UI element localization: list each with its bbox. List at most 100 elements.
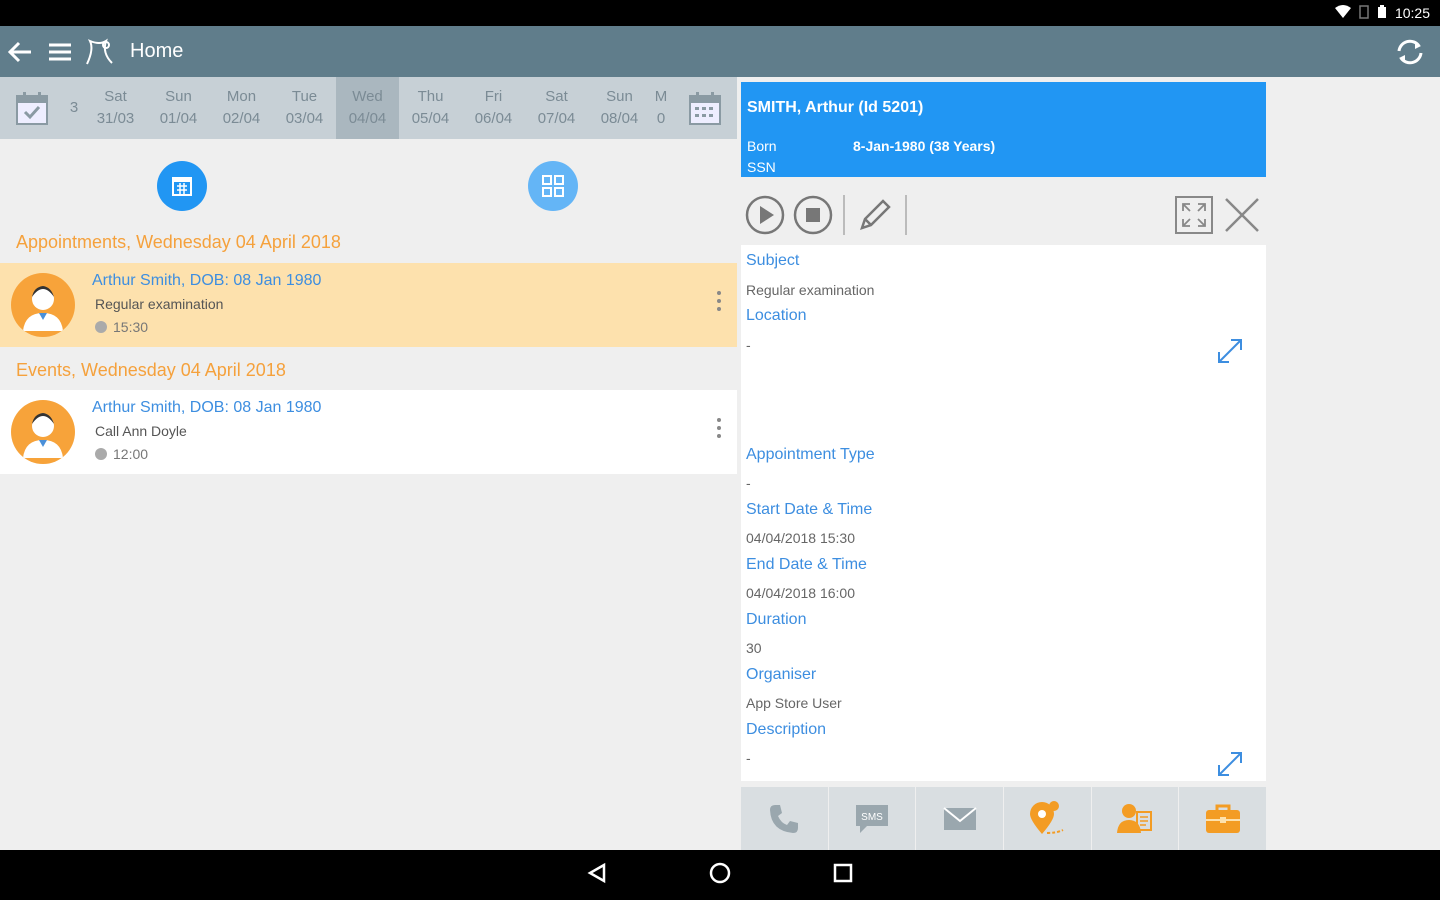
start-label: Start Date & Time — [746, 501, 873, 518]
patient-name: SMITH, Arthur (Id 5201) — [747, 99, 924, 116]
briefcase-icon[interactable] — [1179, 787, 1267, 850]
calendar-view-button[interactable] — [157, 161, 207, 211]
action-bar: SMS — [741, 787, 1267, 850]
day-10[interactable]: M0 — [651, 77, 671, 139]
duration-value: 30 — [746, 640, 762, 656]
clock: 10:25 — [1394, 5, 1430, 21]
day-name: Tue — [291, 88, 318, 105]
description-value: - — [746, 750, 751, 766]
play-icon[interactable] — [741, 191, 789, 239]
day-1[interactable]: Sat 31/03 — [84, 77, 147, 139]
subject-value: Regular examination — [746, 282, 875, 298]
more-options-icon[interactable] — [715, 291, 723, 311]
start-value: 04/04/2018 15:30 — [746, 530, 855, 546]
day-8[interactable]: Sat 07/04 — [525, 77, 588, 139]
day-date: 07/04 — [537, 110, 576, 127]
day-3[interactable]: Mon 02/04 — [210, 77, 273, 139]
calendar-next-icon[interactable] — [673, 77, 737, 139]
event-time-value: 12:00 — [113, 446, 149, 462]
description-label: Description — [746, 721, 827, 738]
edit-icon[interactable] — [851, 191, 899, 239]
stop-icon[interactable] — [789, 191, 837, 239]
born-label: Born — [747, 138, 777, 154]
detail-pane: SMITH, Arthur (Id 5201) Born 8-Jan-1980 … — [737, 77, 1440, 850]
day-name: Sat — [545, 88, 568, 105]
organiser-value: App Store User — [746, 695, 842, 711]
page-title: Home — [130, 40, 184, 62]
born-value: 8-Jan-1980 (38 Years) — [853, 138, 996, 154]
end-value: 04/04/2018 16:00 — [746, 585, 855, 601]
day-0[interactable]: 3 — [64, 77, 84, 139]
app-logo-icon — [80, 32, 120, 72]
organiser-label: Organiser — [746, 666, 817, 683]
location-value: - — [746, 337, 751, 353]
calendar-prev-icon[interactable] — [0, 77, 64, 139]
appointment-subject: Regular examination — [95, 296, 224, 312]
day-date: 03/04 — [285, 110, 324, 127]
expand-icon[interactable] — [1216, 337, 1244, 365]
day-name: M — [654, 88, 668, 105]
app-bar: Home — [0, 26, 1440, 77]
patient-card: SMITH, Arthur (Id 5201) Born 8-Jan-1980 … — [741, 82, 1266, 177]
more-options-icon[interactable] — [715, 418, 723, 438]
day-7[interactable]: Fri 06/04 — [462, 77, 525, 139]
event-time: 12:00 — [95, 446, 148, 462]
clock-icon — [95, 448, 107, 460]
grid-view-button[interactable] — [528, 161, 578, 211]
back-icon[interactable] — [0, 32, 40, 72]
agenda-pane: 3 Sat 31/03 Sun 01/04 Mon 02/04 Tue 03/04 Wed 04/0… — [0, 77, 737, 850]
location-pin-icon[interactable] — [1004, 787, 1092, 850]
fullscreen-icon[interactable] — [1170, 191, 1218, 239]
sms-label: SMS — [861, 812, 883, 823]
nav-home-icon[interactable] — [708, 861, 732, 890]
wifi-icon — [1334, 4, 1351, 22]
day-4[interactable]: Tue 03/04 — [273, 77, 336, 139]
appointment-type-label: Appointment Type — [746, 446, 875, 463]
system-nav-bar — [0, 850, 1440, 900]
event-item[interactable]: Arthur Smith, DOB: 08 Jan 1980 Call Ann … — [0, 390, 737, 474]
location-label: Location — [746, 307, 807, 324]
appointment-name: Arthur Smith, DOB: 08 Jan 1980 — [92, 272, 322, 289]
day-date: 0 — [656, 110, 666, 127]
date-strip: 3 Sat 31/03 Sun 01/04 Mon 02/04 Tue 03/04 Wed 04/0… — [0, 77, 737, 139]
day-2[interactable]: Sun 01/04 — [147, 77, 210, 139]
subject-label: Subject — [746, 252, 800, 269]
appointment-time-value: 15:30 — [113, 319, 149, 335]
events-header: Events, Wednesday 04 April 2018 — [16, 360, 286, 380]
day-name: Sat — [104, 88, 127, 105]
day-list: 3 Sat 31/03 Sun 01/04 Mon 02/04 Tue 03/04 Wed 04/0… — [64, 77, 671, 139]
toolbar-divider — [843, 195, 845, 235]
day-name: Thu — [417, 88, 444, 105]
day-name: Wed — [352, 88, 383, 105]
detail-toolbar — [741, 187, 1266, 243]
appointment-item[interactable]: Arthur Smith, DOB: 08 Jan 1980 Regular e… — [0, 263, 737, 347]
close-icon[interactable] — [1218, 191, 1266, 239]
email-icon[interactable] — [916, 787, 1005, 850]
day-5[interactable]: Wed 04/04 — [336, 77, 399, 139]
day-date: 06/04 — [474, 110, 513, 127]
nav-recents-icon[interactable] — [832, 862, 854, 889]
clock-icon — [95, 321, 107, 333]
day-date: 05/04 — [411, 110, 450, 127]
end-label: End Date & Time — [746, 556, 867, 573]
appointments-header: Appointments, Wednesday 04 April 2018 — [16, 232, 341, 252]
sms-icon[interactable]: SMS — [828, 787, 917, 850]
day-name: Sun — [165, 88, 192, 105]
contact-card-icon[interactable] — [1091, 787, 1180, 850]
ssn-label: SSN — [747, 159, 776, 175]
phone-icon[interactable] — [741, 787, 829, 850]
day-date: 31/03 — [96, 110, 135, 127]
day-9[interactable]: Sun 08/04 — [588, 77, 651, 139]
day-date: 04/04 — [348, 110, 387, 127]
appointment-details: Subject Regular examination Location - A… — [741, 245, 1266, 781]
expand-icon[interactable] — [1216, 750, 1244, 778]
day-date: 08/04 — [600, 110, 639, 127]
event-name: Arthur Smith, DOB: 08 Jan 1980 — [92, 399, 322, 416]
avatar — [11, 400, 75, 464]
battery-icon — [1377, 4, 1387, 22]
toolbar-divider — [905, 195, 907, 235]
menu-icon[interactable] — [40, 32, 80, 72]
refresh-icon[interactable] — [1390, 32, 1430, 72]
day-6[interactable]: Thu 05/04 — [399, 77, 462, 139]
nav-back-icon[interactable] — [586, 862, 608, 889]
